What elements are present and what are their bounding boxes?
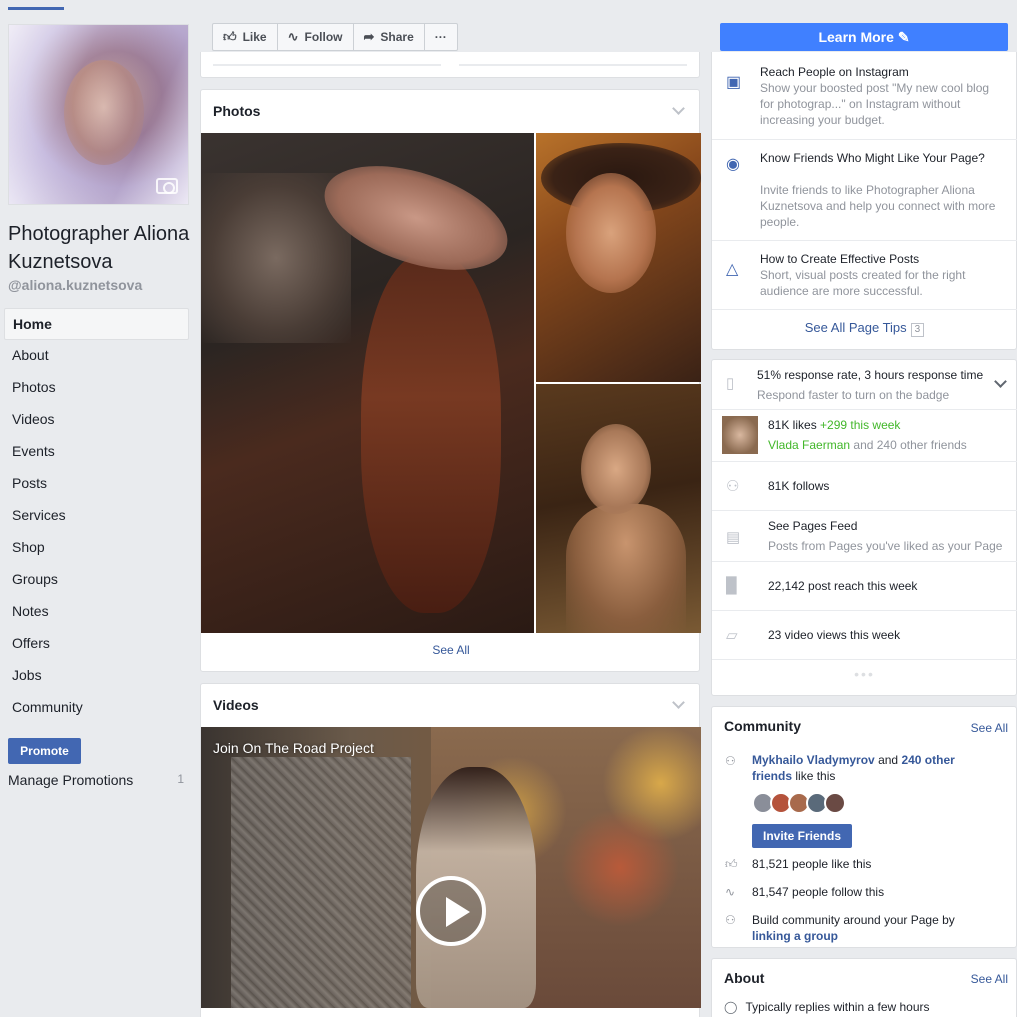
- thumbs-up-icon: 👍︎: [223, 29, 237, 44]
- profile-picture[interactable]: [8, 24, 189, 205]
- manage-promotions-count: 1: [177, 772, 184, 786]
- friends-icon: ⚇: [725, 754, 736, 768]
- friend-link[interactable]: Mykhailo Vladymyrov: [752, 753, 875, 767]
- likes-row[interactable]: 81K likes +299 this week Vlada Faerman a…: [712, 410, 1017, 462]
- nav-item-services[interactable]: Services: [4, 500, 189, 532]
- nav-item-videos[interactable]: Videos: [4, 404, 189, 436]
- likes-week-delta: +299 this week: [820, 418, 901, 432]
- lightbulb-icon: ◉: [726, 156, 740, 173]
- feed-icon: ▤: [726, 529, 741, 546]
- friend-link[interactable]: Vlada Faerman: [768, 438, 850, 452]
- share-arrow-icon: ➦: [363, 29, 375, 44]
- see-all-page-tips-link[interactable]: See All Page Tips 3: [712, 320, 1017, 337]
- avatar[interactable]: [824, 792, 846, 814]
- page-stats-card: ▯ 51% response rate, 3 hours response ti…: [711, 359, 1017, 696]
- photos-card: Photos See All: [200, 89, 701, 672]
- nav-item-events[interactable]: Events: [4, 436, 189, 468]
- previous-card-bottom: [200, 52, 700, 78]
- share-button[interactable]: ➦ Share: [352, 23, 425, 51]
- tips-count-badge: 3: [910, 323, 925, 337]
- promote-button[interactable]: Promote: [8, 738, 81, 764]
- nav-item-groups[interactable]: Groups: [4, 564, 189, 596]
- left-sidebar: Photographer Aliona Kuznetsova @aliona.k…: [0, 0, 199, 1017]
- invite-friends-button[interactable]: Invite Friends: [752, 824, 852, 848]
- nav-item-shop[interactable]: Shop: [4, 532, 189, 564]
- tip-item[interactable]: ◉ Know Friends Who Might Like Your Page?…: [712, 140, 1017, 241]
- friend-avatar[interactable]: [722, 416, 758, 454]
- page-handle[interactable]: @aliona.kuznetsova: [8, 277, 142, 293]
- page-nav: Home About Photos Videos Events Posts Se…: [4, 308, 189, 724]
- instagram-icon: ▣: [726, 74, 742, 91]
- thumbs-up-icon: 👍︎: [725, 857, 738, 871]
- play-icon[interactable]: [416, 876, 486, 946]
- photo-thumbnail[interactable]: [536, 384, 701, 633]
- photo-thumbnail[interactable]: [536, 133, 701, 382]
- response-rate-row[interactable]: ▯ 51% response rate, 3 hours response ti…: [712, 360, 1017, 410]
- videos-title[interactable]: Videos: [213, 697, 259, 713]
- about-see-all-link[interactable]: See All: [971, 972, 1008, 986]
- group-icon: ⚇: [725, 913, 736, 927]
- nav-item-photos[interactable]: Photos: [4, 372, 189, 404]
- about-card: About See All ◯ Typically replies within …: [711, 958, 1017, 1017]
- learn-more-button[interactable]: Learn More ✎: [720, 23, 1008, 51]
- nav-item-community[interactable]: Community: [4, 692, 189, 724]
- photo-thumbnail[interactable]: [201, 133, 534, 633]
- videos-card: Videos 👍︎ 93 Join On The Road Project: [200, 683, 701, 1017]
- page-action-bar: 👍︎ Like ∿ Follow ➦ Share ···: [212, 23, 458, 51]
- link-group-link[interactable]: linking a group: [752, 929, 838, 943]
- camera-icon[interactable]: [156, 178, 178, 194]
- nav-item-home[interactable]: Home: [4, 308, 189, 340]
- network-icon: △: [726, 261, 739, 278]
- nav-item-notes[interactable]: Notes: [4, 596, 189, 628]
- top-accent-bar: [8, 7, 64, 10]
- video-thumbnail[interactable]: 👍︎ 93: [201, 727, 701, 1008]
- friend-avatars: [752, 792, 846, 814]
- photos-see-all-link[interactable]: See All: [201, 643, 701, 657]
- tip-item[interactable]: ▣ Reach People on Instagram Show your bo…: [712, 52, 1017, 140]
- nav-item-jobs[interactable]: Jobs: [4, 660, 189, 692]
- video-views-row[interactable]: ▱ 23 video views this week: [712, 611, 1017, 660]
- messenger-icon: ◯: [724, 1000, 738, 1014]
- bar-chart-icon: █: [726, 577, 737, 594]
- pages-feed-row[interactable]: ▤ See Pages Feed Posts from Pages you've…: [712, 511, 1017, 562]
- nav-item-offers[interactable]: Offers: [4, 628, 189, 660]
- follows-row[interactable]: ⚇ 81K follows: [712, 462, 1017, 511]
- community-card: Community See All ⚇ Mykhailo Vladymyrov …: [711, 706, 1017, 948]
- page-tips-card: ▣ Reach People on Instagram Show your bo…: [711, 52, 1017, 350]
- nav-item-about[interactable]: About: [4, 340, 189, 372]
- about-title: About: [724, 970, 765, 986]
- follow-button[interactable]: ∿ Follow: [276, 23, 354, 51]
- tip-item[interactable]: △ How to Create Effective Posts Short, v…: [712, 241, 1017, 310]
- nav-item-posts[interactable]: Posts: [4, 468, 189, 500]
- rss-icon: ∿: [287, 29, 299, 44]
- reply-time-row: ◯ Typically replies within a few hours: [724, 1000, 930, 1014]
- community-title: Community: [724, 718, 801, 734]
- chevron-down-icon[interactable]: [672, 696, 685, 709]
- photos-title[interactable]: Photos: [213, 103, 260, 119]
- chevron-down-icon[interactable]: [994, 375, 1007, 388]
- more-options-button[interactable]: ···: [423, 23, 458, 51]
- chat-bubble-icon: ▯: [726, 375, 735, 392]
- pencil-icon: ✎: [897, 28, 910, 45]
- like-button[interactable]: 👍︎ Like: [212, 23, 278, 51]
- more-dots-icon[interactable]: •••: [712, 666, 1017, 682]
- rss-icon: ∿: [725, 885, 736, 899]
- manage-promotions-label: Manage Promotions: [8, 772, 134, 788]
- video-camera-icon: ▱: [726, 627, 738, 644]
- people-icon: ⚇: [726, 478, 740, 495]
- post-reach-row[interactable]: █ 22,142 post reach this week: [712, 562, 1017, 611]
- video-title[interactable]: Join On The Road Project: [213, 740, 374, 756]
- chevron-down-icon[interactable]: [672, 102, 685, 115]
- manage-promotions-link[interactable]: Manage Promotions 1: [8, 772, 184, 788]
- community-see-all-link[interactable]: See All: [971, 721, 1008, 735]
- page-title: Photographer Aliona Kuznetsova: [8, 223, 190, 273]
